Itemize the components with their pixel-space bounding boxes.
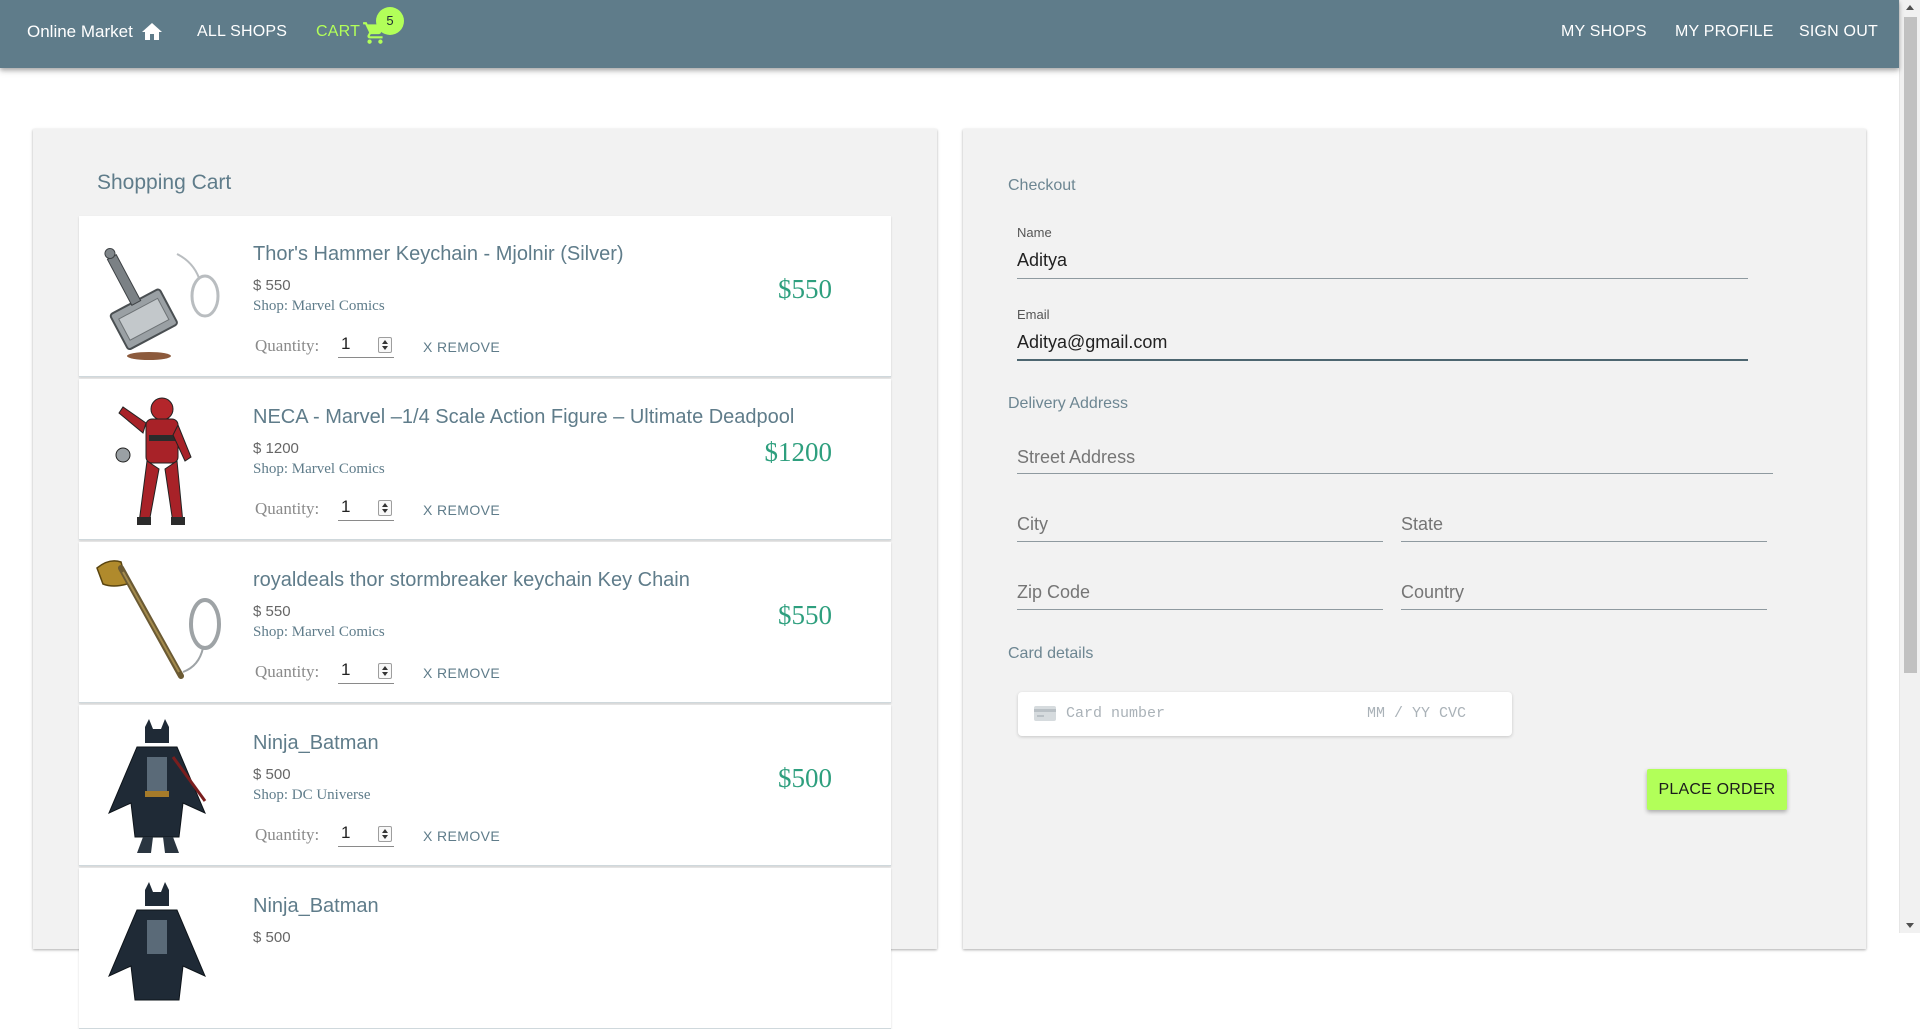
item-total: $1200 [764,437,833,467]
zip-code-input[interactable]: Zip Code [1017,582,1090,603]
quantity-spinner-icon[interactable] [378,337,392,353]
card-number-placeholder: Card number [1066,705,1166,722]
item-name[interactable]: NECA - Marvel –1/4 Scale Action Figure –… [253,406,794,429]
street-address-input[interactable]: Street Address [1017,447,1135,468]
country-input[interactable]: Country [1401,582,1464,603]
item-shop: Shop: DC Universe [253,787,371,803]
cart-title: Shopping Cart [97,171,232,194]
item-unit-price: $ 550 [253,277,291,294]
shopping-cart-card: Shopping Cart Thor's Hammer Keychain - M… [33,129,937,1029]
credit-card-icon [1034,706,1056,721]
item-unit-price: $ 500 [253,929,291,946]
product-image-stormbreaker [96,560,221,679]
quantity-value: 1 [341,497,351,516]
remove-button[interactable]: X REMOVE [423,828,500,844]
card-expiry-cvc-placeholder: MM / YY CVC [1367,705,1467,722]
quantity-input[interactable]: 1 [338,658,394,684]
checkout-title: Checkout [1008,177,1076,194]
scroll-down-icon[interactable] [1906,923,1914,928]
app-bar: Online Market ALL SHOPS CART 5 MY SHOPS … [0,0,1899,68]
item-name[interactable]: Thor's Hammer Keychain - Mjolnir (Silver… [253,243,624,266]
quantity-label: Quantity: [255,499,320,518]
brand-title[interactable]: Online Market [27,22,133,42]
card-input[interactable]: Card number MM / YY CVC [1018,692,1512,736]
nav-my-profile[interactable]: MY PROFILE [1675,23,1774,41]
item-unit-price: $ 1200 [253,440,299,457]
nav-sign-out[interactable]: SIGN OUT [1799,23,1878,41]
item-name[interactable]: royaldeals thor stormbreaker keychain Ke… [253,569,690,592]
product-image-mjolnir [104,247,220,360]
item-name[interactable]: Ninja_Batman [253,895,379,918]
item-total: $550 [778,600,832,630]
email-input[interactable]: Aditya@gmail.com [1017,332,1167,353]
city-input[interactable]: City [1017,514,1048,535]
zip-underline [1017,609,1383,610]
cart-item: Ninja_Batman $ 500 [79,868,891,1029]
name-underline [1017,278,1748,279]
state-input[interactable]: State [1401,514,1443,535]
item-shop: Shop: Marvel Comics [253,298,385,314]
cart-count-badge: 5 [376,7,404,35]
name-input[interactable]: Aditya [1017,250,1067,271]
remove-button[interactable]: X REMOVE [423,502,500,518]
quantity-value: 1 [341,660,351,679]
remove-button[interactable]: X REMOVE [423,339,500,355]
page-scrollbar[interactable] [1899,0,1920,933]
city-underline [1017,541,1383,542]
item-total: $550 [778,274,832,304]
product-image-ninja-batman [108,719,207,853]
item-shop: Shop: Marvel Comics [253,461,385,477]
quantity-input[interactable]: 1 [338,821,394,847]
item-unit-price: $ 550 [253,603,291,620]
quantity-label: Quantity: [255,662,320,681]
nav-cart[interactable]: CART [316,23,360,41]
cart-item: NECA - Marvel –1/4 Scale Action Figure –… [79,379,891,540]
home-icon[interactable] [140,20,164,44]
item-unit-price: $ 500 [253,766,291,783]
cart-item: Ninja_Batman $ 500 Shop: DC Universe Qua… [79,705,891,866]
cart-item: royaldeals thor stormbreaker keychain Ke… [79,542,891,703]
state-underline [1401,541,1767,542]
quantity-input[interactable]: 1 [338,495,394,521]
quantity-label: Quantity: [255,825,320,844]
scroll-thumb[interactable] [1904,17,1917,673]
quantity-label: Quantity: [255,336,320,355]
quantity-value: 1 [341,823,351,842]
quantity-spinner-icon[interactable] [378,826,392,842]
nav-my-shops[interactable]: MY SHOPS [1561,23,1647,41]
email-label: Email [1017,307,1050,322]
email-underline [1017,359,1748,361]
item-total: $500 [778,763,832,793]
quantity-spinner-icon[interactable] [378,500,392,516]
remove-button[interactable]: X REMOVE [423,665,500,681]
delivery-address-title: Delivery Address [1008,395,1129,412]
cart-item: Thor's Hammer Keychain - Mjolnir (Silver… [79,216,891,377]
street-underline [1017,473,1773,474]
quantity-input[interactable]: 1 [338,332,394,358]
nav-all-shops[interactable]: ALL SHOPS [197,23,287,41]
card-details-title: Card details [1008,645,1094,662]
place-order-button[interactable]: PLACE ORDER [1647,769,1787,810]
item-shop: Shop: Marvel Comics [253,624,385,640]
quantity-value: 1 [341,334,351,353]
product-image-ninja-batman [108,882,206,1001]
scroll-up-icon[interactable] [1906,5,1914,10]
country-underline [1401,609,1767,610]
name-label: Name [1017,225,1052,240]
item-name[interactable]: Ninja_Batman [253,732,379,755]
quantity-spinner-icon[interactable] [378,663,392,679]
product-image-deadpool [115,397,192,525]
checkout-card: Checkout Name Aditya Email Aditya@gmail.… [963,129,1866,949]
